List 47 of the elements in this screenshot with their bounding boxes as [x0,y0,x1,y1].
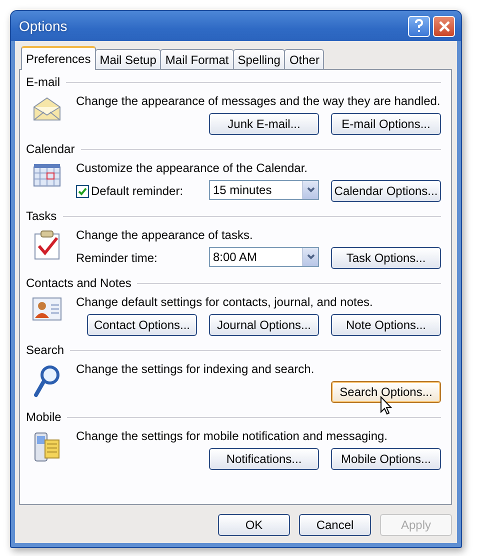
section-heading: Contacts and Notes [26,276,132,290]
tab[interactable]: Preferences [21,46,96,70]
options-button[interactable]: Notifications... [209,448,319,470]
caret-icon [306,254,314,260]
dropdown[interactable]: 15 minutes [209,180,319,200]
envelope-icon [32,96,62,122]
help-button[interactable] [408,16,430,36]
options-button[interactable]: Journal Options... [209,314,319,336]
checklist-clipboard-icon [34,230,60,260]
section-description: Customize the appearance of the Calendar. [76,160,308,176]
options-button[interactable]: Contact Options... [87,314,197,336]
contact-card-icon [32,297,62,321]
section-heading: Calendar [26,142,75,156]
tab[interactable]: Spelling [232,49,286,69]
phone-with-note-icon [33,431,61,463]
options-button[interactable]: Mobile Options... [331,448,441,470]
options-button[interactable]: Calendar Options... [331,180,441,202]
field-label: Reminder time: [76,250,158,267]
dialog-button[interactable]: Cancel [299,514,371,536]
calendar-icon [33,163,61,187]
window-title: Options [19,18,68,34]
section-description: Change the appearance of tasks. [76,227,254,243]
close-button[interactable] [433,16,455,36]
options-button[interactable]: Junk E-mail... [209,113,319,135]
tab[interactable]: Mail Setup [94,49,162,69]
options-button[interactable]: E-mail Options... [331,113,441,135]
section-description: Change the appearance of messages and the way they are handled. [76,93,441,109]
dropdown[interactable]: 8:00 AM [209,247,319,267]
section-heading: Search [26,343,64,357]
checkbox[interactable] [76,184,89,198]
caret-icon [306,187,314,193]
section-heading: Mobile [26,410,62,424]
options-button[interactable]: Note Options... [331,314,441,336]
checkbox-label: Default reminder: [91,184,184,198]
close-icon [438,20,450,32]
section-description: Change the settings for mobile notification and messaging. [76,428,389,444]
search-icon [33,364,61,398]
question-mark-icon [414,19,424,33]
dialog-button[interactable]: OK [218,514,290,536]
options-button[interactable]: Search Options... [331,381,441,403]
options-button[interactable]: Task Options... [331,247,441,269]
section-description: Change default settings for contacts, journal, and notes. [76,294,374,310]
section-heading: Tasks [26,209,57,223]
section-heading: E-mail [26,75,60,89]
tab[interactable]: Other [284,49,324,69]
tab[interactable]: Mail Format [160,49,234,69]
section-description: Change the settings for indexing and search. [76,361,316,377]
